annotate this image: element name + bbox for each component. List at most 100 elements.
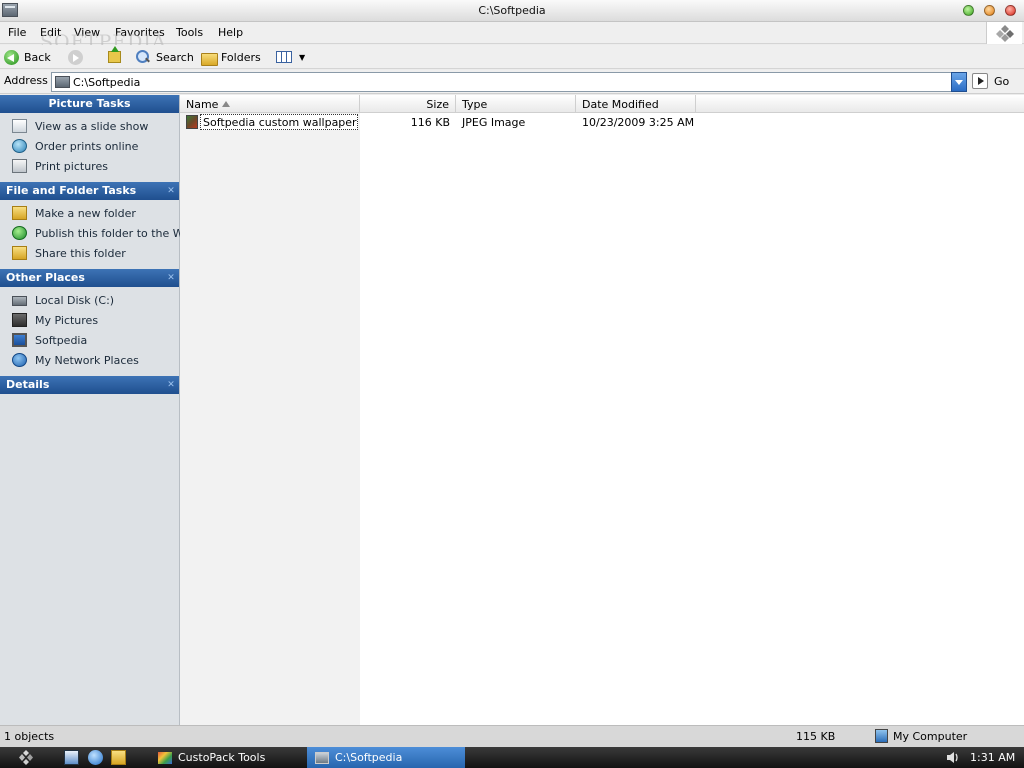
window-title: C:\Softpedia — [478, 4, 546, 17]
minimize-button[interactable] — [963, 5, 974, 16]
section-title: Details — [6, 378, 50, 391]
section-header-other-places[interactable]: Other Places ✕ — [0, 269, 179, 287]
address-dropdown-button[interactable] — [951, 72, 967, 92]
search-icon — [136, 49, 151, 65]
go-arrow-icon — [972, 73, 988, 89]
menu-help[interactable]: Help — [218, 26, 243, 39]
menu-edit[interactable]: Edit — [40, 26, 61, 39]
start-button[interactable] — [18, 750, 34, 765]
back-label: Back — [24, 50, 51, 64]
status-object-count: 1 objects — [4, 730, 55, 743]
place-softpedia[interactable]: Softpedia — [0, 330, 179, 350]
task-label: Make a new folder — [35, 207, 136, 220]
column-header-type[interactable]: Type — [456, 95, 576, 113]
taskbar-button-label: C:\Softpedia — [335, 751, 403, 764]
my-computer-icon — [875, 729, 888, 743]
section-body-picture-tasks: View as a slide show Order prints online… — [0, 113, 179, 182]
column-header-date-modified[interactable]: Date Modified — [576, 95, 696, 113]
address-bar: Address C:\Softpedia Go — [0, 70, 1024, 94]
task-order-prints[interactable]: Order prints online — [0, 136, 179, 156]
search-button[interactable]: Search — [136, 48, 194, 66]
taskbar-button-label: CustoPack Tools — [178, 751, 266, 764]
task-share-folder[interactable]: Share this folder — [0, 243, 179, 263]
place-label: My Network Places — [35, 354, 139, 367]
task-label: Print pictures — [35, 160, 108, 173]
back-arrow-icon — [4, 49, 19, 65]
quicklaunch-internet-explorer-icon[interactable] — [88, 750, 103, 765]
place-label: Softpedia — [35, 334, 88, 347]
share-folder-icon — [12, 246, 27, 260]
up-folder-button[interactable] — [108, 46, 126, 66]
place-label: My Pictures — [35, 314, 99, 327]
place-my-pictures[interactable]: My Pictures — [0, 310, 179, 330]
forward-arrow-icon — [68, 49, 83, 65]
back-button[interactable]: Back — [4, 48, 51, 66]
forward-button[interactable] — [68, 48, 88, 66]
menu-view[interactable]: View — [74, 26, 100, 39]
section-header-details[interactable]: Details ✕ — [0, 376, 179, 394]
name-column-shade — [180, 113, 360, 725]
section-header-file-folder-tasks[interactable]: File and Folder Tasks ✕ — [0, 182, 179, 200]
menu-favorites[interactable]: Favorites — [115, 26, 165, 39]
menu-tools[interactable]: Tools — [176, 26, 203, 39]
file-size: 116 KB — [410, 116, 450, 129]
file-name[interactable]: Softpedia custom wallpaper 2... — [200, 114, 358, 130]
section-header-picture-tasks[interactable]: Picture Tasks — [0, 95, 179, 113]
task-new-folder[interactable]: Make a new folder — [0, 203, 179, 223]
menu-bar: File Edit View Favorites Tools Help — [0, 22, 1024, 44]
start-logo-icon — [19, 750, 33, 765]
address-label: Address — [4, 74, 48, 87]
place-network[interactable]: My Network Places — [0, 350, 179, 370]
address-input[interactable]: C:\Softpedia — [51, 72, 967, 92]
column-label: Name — [186, 98, 219, 111]
close-button[interactable] — [1005, 5, 1016, 16]
file-type: JPEG Image — [462, 116, 526, 129]
go-label: Go — [994, 74, 1010, 88]
taskbar: CustoPack Tools C:\Softpedia 1:31 AM — [0, 747, 1024, 768]
quicklaunch-desktop-icon[interactable] — [64, 750, 79, 765]
column-header-name[interactable]: Name — [180, 95, 360, 113]
column-header-size[interactable]: Size — [360, 95, 456, 113]
column-headers: Name Size Type Date Modified — [180, 95, 1024, 113]
monitor-icon — [12, 333, 27, 347]
volume-icon[interactable] — [946, 751, 960, 764]
status-total-size: 115 KB — [796, 730, 836, 743]
hard-disk-icon — [12, 296, 27, 306]
drive-icon — [55, 76, 70, 88]
file-list[interactable]: Name Size Type Date Modified Softpedia c… — [180, 95, 1024, 725]
collapse-icon[interactable]: ✕ — [166, 380, 176, 390]
order-prints-icon — [12, 139, 27, 153]
title-bar: C:\Softpedia — [0, 0, 1024, 22]
file-date-modified: 10/23/2009 3:25 AM — [582, 116, 695, 129]
new-folder-icon — [12, 206, 27, 220]
place-local-disk[interactable]: Local Disk (C:) — [0, 290, 179, 310]
task-label: Share this folder — [35, 247, 126, 260]
toolbar: Back Search Folders ▼ — [0, 45, 1024, 69]
taskbar-button-softpedia[interactable]: C:\Softpedia — [307, 747, 465, 768]
system-clock[interactable]: 1:31 AM — [970, 751, 1015, 764]
task-pane: Picture Tasks View as a slide show Order… — [0, 95, 197, 725]
taskbar-button-custopack[interactable]: CustoPack Tools — [150, 747, 298, 768]
go-button[interactable]: Go — [972, 73, 1009, 89]
printer-icon — [12, 159, 27, 173]
task-label: View as a slide show — [35, 120, 149, 133]
jpeg-image-icon — [186, 115, 198, 129]
quicklaunch-explorer-icon[interactable] — [111, 750, 126, 765]
menu-file[interactable]: File — [8, 26, 26, 39]
section-title: File and Folder Tasks — [6, 184, 137, 197]
section-body-file-folder-tasks: Make a new folder Publish this folder to… — [0, 200, 197, 269]
file-row[interactable]: Softpedia custom wallpaper 2... 116 KB J… — [180, 114, 1024, 131]
views-button[interactable]: ▼ — [276, 48, 305, 66]
task-view-slideshow[interactable]: View as a slide show — [0, 116, 179, 136]
place-label: Local Disk (C:) — [35, 294, 115, 307]
status-location: My Computer — [893, 730, 968, 743]
section-title: Other Places — [6, 271, 85, 284]
task-print-pictures[interactable]: Print pictures — [0, 156, 179, 176]
folders-icon — [201, 50, 218, 66]
folders-button[interactable]: Folders — [201, 48, 261, 66]
network-globe-icon — [12, 353, 27, 367]
maximize-button[interactable] — [984, 5, 995, 16]
collapse-icon[interactable]: ✕ — [166, 186, 176, 196]
task-publish-web[interactable]: Publish this folder to the Web — [0, 223, 197, 243]
collapse-icon[interactable]: ✕ — [166, 273, 176, 283]
